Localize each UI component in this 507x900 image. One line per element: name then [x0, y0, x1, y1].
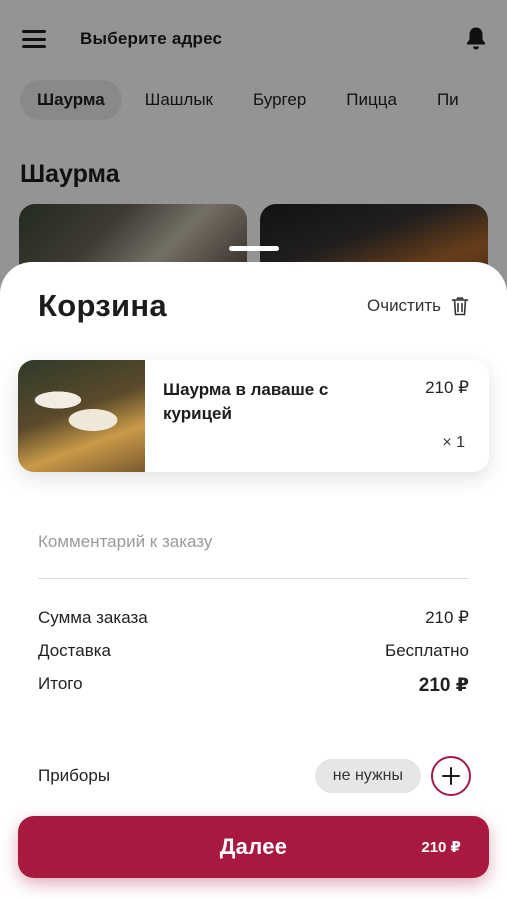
item-image [18, 360, 145, 472]
total-row: Итого 210 ₽ [38, 674, 469, 697]
comment-input[interactable]: Комментарий к заказу [38, 532, 212, 552]
next-button-price: 210 ₽ [421, 839, 461, 856]
delivery-value: Бесплатно [385, 641, 469, 660]
trash-icon [451, 297, 469, 316]
plus-icon [442, 767, 460, 785]
cart-title: Корзина [38, 288, 167, 323]
order-sum-label: Сумма заказа [38, 608, 148, 627]
next-button[interactable]: Далее 210 ₽ [18, 816, 489, 878]
order-sum-row: Сумма заказа 210 ₽ [38, 608, 469, 628]
clear-cart-label: Очистить [366, 296, 441, 315]
total-value: 210 ₽ [418, 675, 469, 696]
order-sum-value: 210 ₽ [425, 608, 469, 627]
cart-sheet: Корзина Очистить Шаурма в лаваше с куриц… [0, 262, 507, 900]
clear-cart-button[interactable]: Очистить [367, 296, 469, 316]
cutlery-row: Приборы не нужны [38, 756, 471, 796]
delivery-row: Доставка Бесплатно [38, 641, 469, 661]
cutlery-value-pill[interactable]: не нужны [314, 759, 421, 793]
next-button-label: Далее [219, 834, 288, 859]
total-label: Итого [38, 674, 83, 693]
item-price: 210 ₽ [425, 378, 469, 397]
comment-underline [38, 578, 469, 579]
cutlery-add-button[interactable] [431, 756, 471, 796]
sheet-grabber[interactable] [229, 246, 279, 251]
delivery-label: Доставка [38, 641, 112, 660]
item-name: Шаурма в лаваше с курицей [163, 380, 329, 423]
item-quantity: × 1 [442, 434, 465, 451]
cutlery-label: Приборы [38, 766, 111, 785]
cart-item[interactable]: Шаурма в лаваше с курицей 210 ₽ × 1 [18, 360, 489, 472]
cutlery-control: не нужны [314, 756, 471, 796]
